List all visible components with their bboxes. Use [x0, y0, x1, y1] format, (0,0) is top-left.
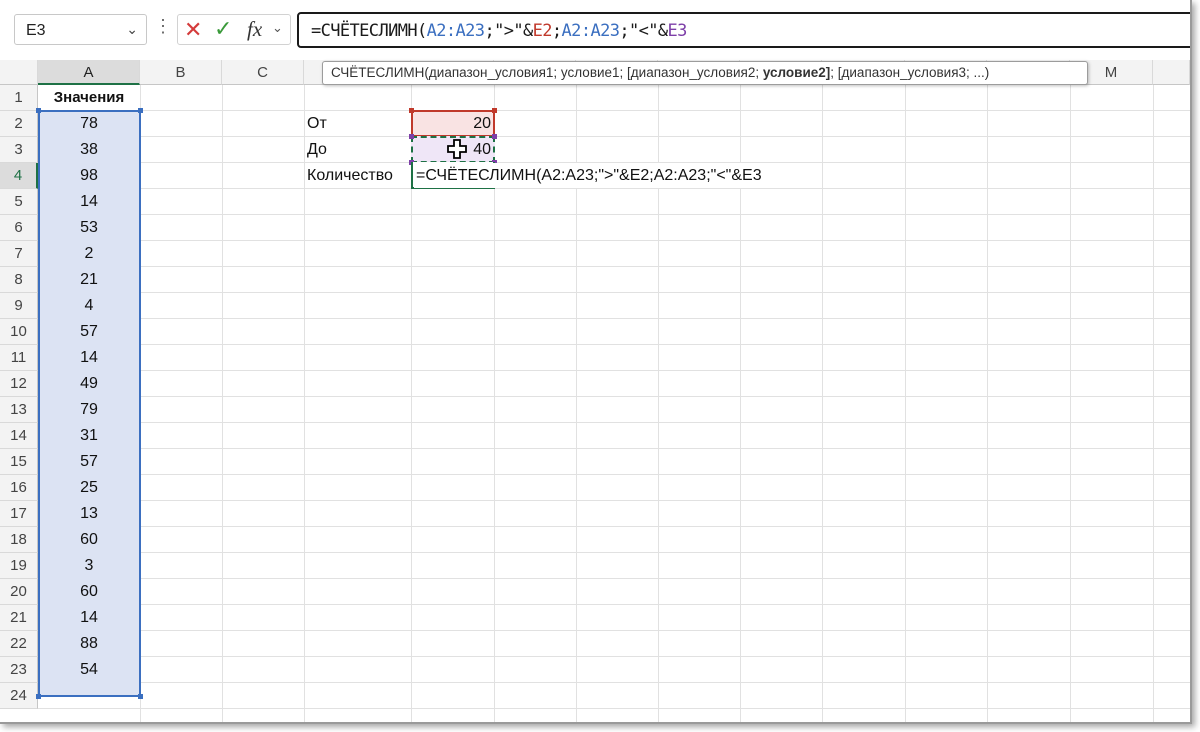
gridline — [38, 110, 1190, 111]
range-handle[interactable] — [492, 108, 497, 113]
function-tooltip[interactable]: СЧЁТЕСЛИМН(диапазон_условия1; условие1; … — [322, 61, 1088, 85]
cancel-icon[interactable]: ✕ — [184, 17, 202, 43]
range-handle[interactable] — [138, 108, 143, 113]
column-header-n[interactable] — [1153, 60, 1190, 85]
cell-cursor-icon — [447, 139, 467, 159]
gridline — [222, 85, 223, 722]
more-options-icon[interactable]: ⋮ — [154, 16, 172, 37]
name-box-value: E3 — [26, 22, 46, 39]
row-header[interactable]: 23 — [0, 657, 38, 683]
range-handle[interactable] — [492, 134, 497, 139]
row-header[interactable]: 18 — [0, 527, 38, 553]
name-box[interactable]: E3 ⌄ — [14, 14, 147, 45]
chevron-down-icon[interactable]: ⌄ — [272, 20, 283, 36]
row-header[interactable]: 1 — [0, 85, 38, 111]
select-all-corner[interactable] — [0, 60, 38, 85]
gridline — [38, 266, 1190, 267]
range-border-blue — [38, 110, 141, 697]
row-header[interactable]: 21 — [0, 605, 38, 631]
column-header-c[interactable]: C — [222, 60, 304, 85]
spreadsheet-grid[interactable]: A B C D E F G H I J K L M 12345678910111… — [0, 60, 1190, 722]
row-header[interactable]: 17 — [0, 501, 38, 527]
formula-text: =СЧЁТЕСЛИМН(A2:A23;">"&E2;A2:A23;"<"&E3 — [311, 21, 687, 41]
row-header[interactable]: 3 — [0, 137, 38, 163]
row-header[interactable]: 16 — [0, 475, 38, 501]
gridline — [38, 188, 1190, 189]
row-header[interactable]: 9 — [0, 293, 38, 319]
row-header[interactable]: 14 — [0, 423, 38, 449]
cell-d4[interactable]: Количество — [307, 163, 411, 188]
row-header[interactable]: 19 — [0, 553, 38, 579]
gridline — [38, 396, 1190, 397]
gridline — [1153, 85, 1154, 722]
row-header[interactable]: 22 — [0, 631, 38, 657]
excel-window: E3 ⌄ ⋮ ✕ ✓ fx ⌄ =СЧЁТЕСЛИМН(A2:A23;">"&E… — [0, 0, 1192, 724]
range-handle[interactable] — [409, 134, 414, 139]
gridline — [38, 604, 1190, 605]
gridline — [987, 85, 988, 722]
row-header[interactable]: 15 — [0, 449, 38, 475]
range-handle[interactable] — [409, 108, 414, 113]
gridline — [38, 422, 1190, 423]
enter-check-icon[interactable]: ✓ — [214, 16, 232, 42]
formula-input[interactable]: =СЧЁТЕСЛИМН(A2:A23;">"&E2;A2:A23;"<"&E3 — [297, 12, 1190, 48]
row-header[interactable]: 5 — [0, 189, 38, 215]
column-header-a[interactable]: A — [38, 60, 140, 85]
row-header[interactable]: 24 — [0, 683, 38, 709]
gridline — [38, 448, 1190, 449]
cell-a1[interactable]: Значения — [38, 85, 140, 110]
gridline — [822, 85, 823, 722]
cell-e2[interactable]: 20 — [411, 111, 491, 136]
range-handle[interactable] — [36, 694, 41, 699]
row-header[interactable]: 10 — [0, 319, 38, 345]
gridline — [38, 240, 1190, 241]
gridline — [38, 578, 1190, 579]
row-header[interactable]: 2 — [0, 111, 38, 137]
formula-bar-area: E3 ⌄ ⋮ ✕ ✓ fx ⌄ =СЧЁТЕСЛИМН(A2:A23;">"&E… — [0, 0, 1190, 62]
gridline — [38, 656, 1190, 657]
row-header[interactable]: 6 — [0, 215, 38, 241]
range-handle[interactable] — [138, 694, 143, 699]
column-header-b[interactable]: B — [140, 60, 222, 85]
row-header[interactable]: 7 — [0, 241, 38, 267]
row-header[interactable]: 12 — [0, 371, 38, 397]
gridline — [38, 292, 1190, 293]
chevron-down-icon[interactable]: ⌄ — [126, 21, 138, 38]
gridline — [38, 552, 1190, 553]
cell-d3[interactable]: До — [307, 137, 411, 162]
gridline — [38, 370, 1190, 371]
gridline — [38, 500, 1190, 501]
gridline — [38, 344, 1190, 345]
gridline — [38, 474, 1190, 475]
formula-buttons: ✕ ✓ fx ⌄ — [177, 14, 291, 45]
row-header[interactable]: 20 — [0, 579, 38, 605]
insert-function-icon[interactable]: fx — [247, 17, 262, 42]
cell-d2[interactable]: От — [307, 111, 411, 136]
row-header[interactable]: 8 — [0, 267, 38, 293]
gridline — [38, 682, 1190, 683]
gridline — [1070, 85, 1071, 722]
gridline — [304, 85, 305, 722]
range-handle[interactable] — [36, 108, 41, 113]
gridline — [38, 136, 1190, 137]
gridline — [38, 526, 1190, 527]
row-header[interactable]: 13 — [0, 397, 38, 423]
gridline — [38, 214, 1190, 215]
gridline — [38, 708, 1190, 709]
gridline — [38, 630, 1190, 631]
gridline — [38, 318, 1190, 319]
gridline — [905, 85, 906, 722]
cell-e4-edit[interactable]: =СЧЁТЕСЛИМН(A2:A23;">"&E2;A2:A23;"<"&E3 — [414, 163, 814, 188]
row-header[interactable]: 11 — [0, 345, 38, 371]
row-header[interactable]: 4 — [0, 163, 38, 189]
